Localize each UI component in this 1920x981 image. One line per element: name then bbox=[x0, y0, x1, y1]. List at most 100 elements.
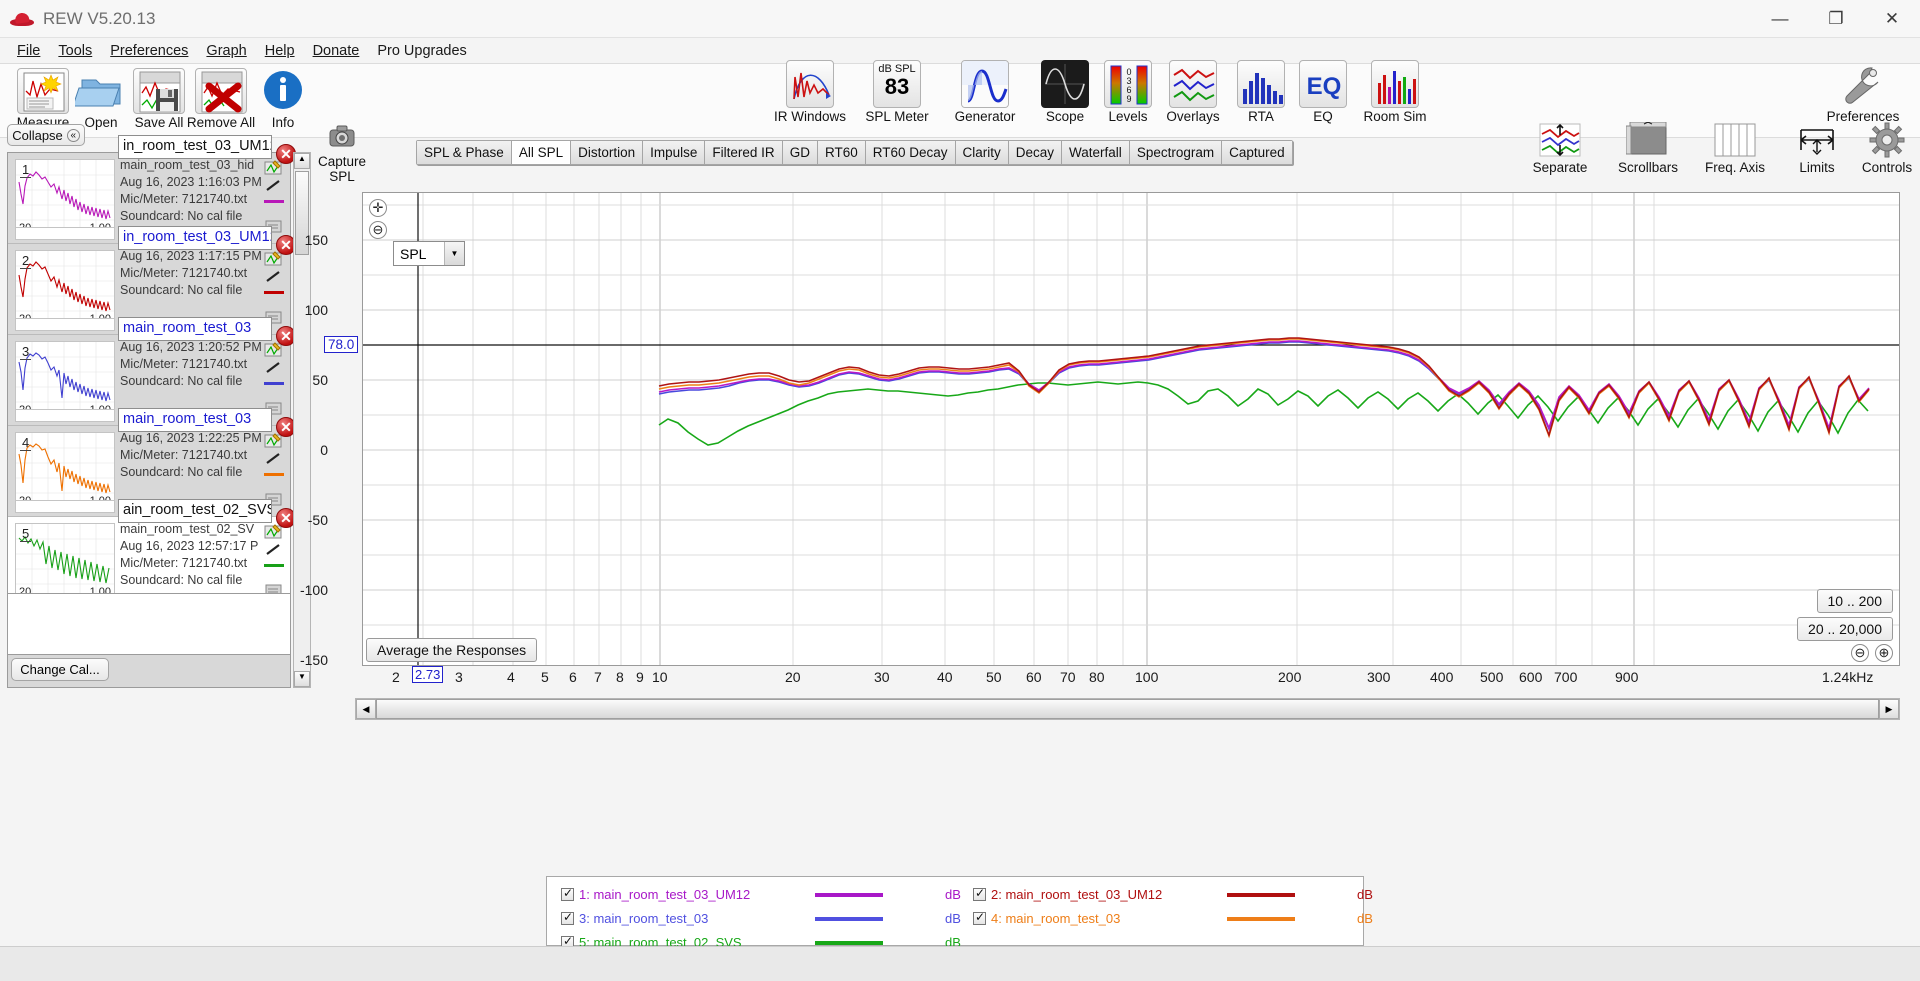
tab-spl-and-phase[interactable]: SPL & Phase bbox=[417, 141, 512, 164]
measurement-notes-area[interactable] bbox=[7, 593, 291, 655]
measurement-name-field[interactable]: in_room_test_03_UM12 bbox=[118, 226, 272, 250]
zoom-out-icon[interactable]: ⊖ bbox=[369, 221, 387, 239]
collapse-label: Collapse bbox=[12, 128, 63, 143]
scroll-thumb[interactable] bbox=[376, 699, 1879, 719]
collapse-sidebar-button[interactable]: Collapse « bbox=[7, 124, 85, 146]
measurement-actions[interactable] bbox=[264, 523, 286, 602]
spl-plot[interactable]: ✛ ⊖ SPL ▼ 10 .. 200 20 .. 20,000 ⊖ ⊕ Ave… bbox=[362, 192, 1900, 666]
average-responses-button[interactable]: Average the Responses bbox=[366, 638, 537, 662]
line-style-icon[interactable] bbox=[264, 451, 284, 468]
legend-item-3[interactable]: 3: main_room_test_03 dB bbox=[561, 911, 961, 926]
legend-checkbox[interactable] bbox=[973, 912, 986, 925]
x-tick-30: 30 bbox=[874, 669, 890, 685]
legend-item-2[interactable]: 2: main_room_test_03_UM12 dB bbox=[973, 887, 1373, 902]
menu-pro-upgrades-label: Pro Upgrades bbox=[377, 43, 466, 59]
plus-circle-icon[interactable]: ⊕ bbox=[1875, 644, 1893, 662]
minus-circle-icon[interactable]: ⊖ bbox=[1851, 644, 1869, 662]
legend-checkbox[interactable] bbox=[561, 912, 574, 925]
tab-distortion[interactable]: Distortion bbox=[571, 141, 643, 164]
graph-tool-limits[interactable]: Limits bbox=[1782, 122, 1852, 175]
menu-pro-upgrades[interactable]: Pro Upgrades bbox=[368, 41, 475, 61]
series-color-swatch[interactable] bbox=[264, 291, 284, 308]
capture-label-line2: SPL bbox=[313, 169, 371, 184]
menu-preferences[interactable]: Preferences bbox=[101, 41, 197, 61]
tab-captured[interactable]: Captured bbox=[1222, 141, 1292, 164]
thumbnail-slider[interactable] bbox=[15, 500, 115, 513]
measurement-soundcard: Soundcard: No cal file bbox=[120, 282, 270, 299]
menu-tools[interactable]: Tools bbox=[49, 41, 101, 61]
close-button[interactable]: ✕ bbox=[1864, 0, 1920, 38]
x-limits-readout[interactable]: 20 .. 20,000 bbox=[1797, 617, 1893, 641]
minimize-button[interactable]: — bbox=[1752, 0, 1808, 38]
levels-icon: 0 3 6 9 bbox=[1104, 60, 1152, 108]
change-cal-button[interactable]: Change Cal... bbox=[11, 658, 109, 681]
graph-tab-strip[interactable]: SPL & Phase All SPL Distortion Impulse F… bbox=[416, 140, 1293, 165]
zoom-in-icon[interactable]: ✛ bbox=[369, 199, 387, 217]
thumbnail-slider[interactable] bbox=[15, 227, 115, 240]
tab-clarity[interactable]: Clarity bbox=[956, 141, 1009, 164]
legend-item-4[interactable]: 4: main_room_test_03 dB bbox=[973, 911, 1373, 926]
menu-donate[interactable]: Donate bbox=[304, 41, 369, 61]
scroll-up-arrow[interactable]: ▲ bbox=[294, 153, 310, 169]
maximize-button[interactable]: ❐ bbox=[1808, 0, 1864, 38]
chart-legend[interactable]: 1: main_room_test_03_UM12 dB 3: main_roo… bbox=[546, 876, 1364, 946]
menu-graph[interactable]: Graph bbox=[197, 41, 255, 61]
line-style-icon[interactable] bbox=[264, 360, 284, 377]
measurement-name-field[interactable]: main_room_test_03 bbox=[118, 408, 272, 432]
measurement-index: 2 bbox=[20, 253, 31, 269]
toolbar-preferences-button[interactable]: Preferences bbox=[1808, 60, 1918, 124]
series-color-swatch[interactable] bbox=[264, 200, 284, 217]
y-limits-readout[interactable]: 10 .. 200 bbox=[1817, 589, 1894, 613]
menu-help[interactable]: Help bbox=[256, 41, 304, 61]
graph-horizontal-scrollbar[interactable]: ◀ ▶ bbox=[355, 698, 1900, 720]
graph-tool-scrollbars[interactable]: Scrollbars bbox=[1613, 122, 1683, 175]
legend-checkbox[interactable] bbox=[973, 888, 986, 901]
window-controls: — ❐ ✕ bbox=[1752, 0, 1920, 38]
tab-waterfall[interactable]: Waterfall bbox=[1062, 141, 1130, 164]
cursor-x-readout[interactable]: 2.73 bbox=[412, 666, 443, 683]
measurement-name-field[interactable]: main_room_test_03 bbox=[118, 317, 272, 341]
cursor-y-readout[interactable]: 78.0 bbox=[324, 336, 358, 353]
series-color-swatch[interactable] bbox=[264, 473, 284, 490]
line-style-icon[interactable] bbox=[264, 269, 284, 286]
tab-impulse[interactable]: Impulse bbox=[643, 141, 705, 164]
series-color-swatch[interactable] bbox=[264, 382, 284, 399]
tab-gd[interactable]: GD bbox=[783, 141, 818, 164]
y-axis-labels: 150 100 50 0 -50 -100 -150 bbox=[330, 192, 364, 666]
capture-spl-button[interactable]: Capture SPL bbox=[313, 122, 371, 184]
series-color-swatch[interactable] bbox=[264, 564, 284, 581]
menu-file[interactable]: File bbox=[8, 41, 49, 61]
scroll-left-arrow[interactable]: ◀ bbox=[356, 699, 376, 719]
scroll-down-arrow[interactable]: ▼ bbox=[294, 671, 310, 687]
measurement-mic: Mic/Meter: 7121740.txt bbox=[120, 356, 270, 373]
ir-windows-icon bbox=[786, 60, 834, 108]
tab-rt60-decay[interactable]: RT60 Decay bbox=[866, 141, 956, 164]
tab-all-spl[interactable]: All SPL bbox=[512, 141, 571, 164]
legend-checkbox[interactable] bbox=[561, 888, 574, 901]
graph-tool-separate[interactable]: Separate bbox=[1525, 122, 1595, 175]
legend-color-swatch bbox=[1227, 893, 1295, 897]
tab-spectrogram[interactable]: Spectrogram bbox=[1130, 141, 1222, 164]
line-style-icon[interactable] bbox=[264, 178, 284, 195]
chevron-down-icon[interactable]: ▼ bbox=[444, 242, 464, 265]
chevron-double-left-icon: « bbox=[67, 129, 80, 142]
graph-tool-controls[interactable]: Controls bbox=[1852, 122, 1920, 175]
toolbar-info-button[interactable]: Info bbox=[240, 68, 326, 130]
line-style-icon[interactable] bbox=[264, 542, 284, 559]
scroll-right-arrow[interactable]: ▶ bbox=[1879, 699, 1899, 719]
tab-decay[interactable]: Decay bbox=[1009, 141, 1062, 164]
thumbnail-slider[interactable] bbox=[15, 409, 115, 422]
graph-tool-freq-axis[interactable]: Freq. Axis bbox=[1700, 122, 1770, 175]
tab-filtered-ir[interactable]: Filtered IR bbox=[705, 141, 782, 164]
y-unit-selector[interactable]: SPL ▼ bbox=[393, 241, 465, 266]
thumbnail-slider[interactable] bbox=[15, 318, 115, 331]
measurement-info: Aug 16, 2023 1:20:52 PM Mic/Meter: 71217… bbox=[120, 339, 270, 390]
toolbar-room-sim-button[interactable]: Room Sim bbox=[1340, 60, 1450, 124]
measurement-name-field[interactable]: in_room_test_03_UM12 bbox=[118, 135, 272, 159]
measurement-name-field[interactable]: ain_room_test_02_SVS bbox=[118, 499, 272, 523]
tab-rt60[interactable]: RT60 bbox=[818, 141, 866, 164]
toolbar-room-sim-label: Room Sim bbox=[1340, 109, 1450, 124]
scope-icon bbox=[1041, 60, 1089, 108]
scroll-track[interactable] bbox=[376, 699, 1879, 719]
legend-item-1[interactable]: 1: main_room_test_03_UM12 dB bbox=[561, 887, 961, 902]
